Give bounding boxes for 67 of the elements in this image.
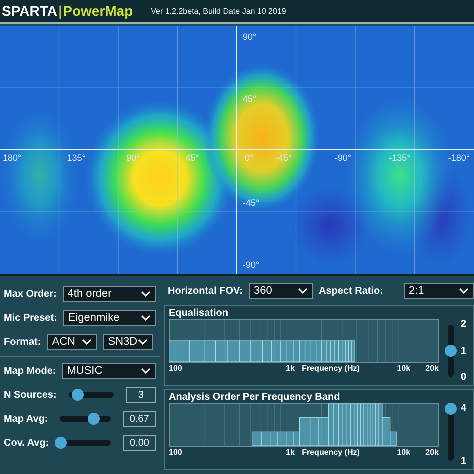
field-label: Mic Preset: bbox=[4, 312, 58, 324]
slider-thumb[interactable] bbox=[72, 389, 84, 401]
chevron-icon bbox=[141, 368, 151, 374]
dropdown[interactable]: 360 bbox=[249, 283, 313, 299]
dropdown[interactable]: ACN bbox=[47, 334, 98, 350]
value-field[interactable]: 0.67 bbox=[123, 411, 156, 427]
field-label: N Sources: bbox=[4, 390, 57, 400]
version-text: Ver 1.2.2beta, Build Date Jan 10 2019 bbox=[151, 6, 286, 16]
field-label: Map Mode: bbox=[4, 366, 56, 376]
slider-thumb[interactable] bbox=[88, 413, 100, 425]
slider-thumb[interactable] bbox=[445, 345, 457, 357]
separator-mark: | bbox=[58, 3, 62, 19]
axis-label: Frequency (Hz) bbox=[302, 448, 360, 457]
chevron-icon bbox=[82, 339, 92, 345]
scale-label: 4 bbox=[461, 403, 467, 414]
axis-label: 1k bbox=[286, 448, 295, 457]
dropdown[interactable]: Eigenmike bbox=[63, 310, 156, 326]
axis-label: 90° bbox=[126, 153, 140, 163]
axis-label: 90° bbox=[243, 32, 257, 42]
band-graph[interactable] bbox=[169, 403, 439, 447]
axis-label: -90° bbox=[334, 153, 352, 163]
dropdown[interactable]: SN3D bbox=[103, 334, 154, 350]
dropdown[interactable]: MUSIC bbox=[62, 363, 156, 379]
axis-label: Frequency (Hz) bbox=[302, 364, 360, 373]
band-graph[interactable] bbox=[169, 319, 439, 363]
axis-label: 0° bbox=[245, 153, 254, 163]
axis-label: 1k bbox=[286, 364, 295, 373]
scale-label: 1 bbox=[461, 346, 467, 356]
dropdown[interactable]: 2:1 bbox=[404, 283, 474, 299]
axis-label: -135° bbox=[389, 153, 411, 163]
field-label: Max Order: bbox=[4, 288, 57, 300]
axis-label: 135° bbox=[67, 153, 86, 163]
axis-label: 45° bbox=[186, 153, 200, 163]
axis-label: -45° bbox=[243, 198, 260, 208]
axis-label: -180° bbox=[448, 153, 470, 163]
field-label: Cov. Avg: bbox=[4, 438, 50, 448]
product-name: PowerMap bbox=[63, 3, 134, 19]
section-title: Analysis Order Per Frequency Band bbox=[169, 392, 342, 403]
dropdown[interactable]: 4th order bbox=[62, 286, 156, 302]
field-label: Format: bbox=[4, 336, 42, 348]
chevron-icon bbox=[141, 291, 151, 297]
axis-label: 20k bbox=[426, 448, 439, 457]
axis-label: 100 bbox=[169, 448, 182, 457]
field-label: Aspect Ratio: bbox=[319, 286, 384, 296]
slider-thumb[interactable] bbox=[445, 403, 457, 415]
scale-label: 0 bbox=[461, 372, 467, 383]
axis-label: 10k bbox=[397, 448, 411, 457]
axis-label: 10k bbox=[397, 364, 411, 373]
value-field[interactable]: 0.00 bbox=[123, 435, 156, 451]
axis-label: -45° bbox=[276, 153, 292, 163]
scale-label: 2 bbox=[461, 319, 467, 330]
slider-thumb[interactable] bbox=[55, 437, 68, 449]
axis-label: 100 bbox=[169, 364, 182, 373]
scale-label: 1 bbox=[461, 456, 467, 467]
axis-label: 20k bbox=[426, 364, 439, 373]
field-label: Map Avg: bbox=[4, 414, 48, 424]
section-title: Equalisation bbox=[169, 308, 230, 319]
chevron-icon bbox=[138, 339, 148, 345]
brand-name: SPARTA bbox=[2, 3, 58, 19]
chevron-icon bbox=[459, 288, 469, 294]
chevron-icon bbox=[298, 288, 308, 294]
axis-label: 45° bbox=[243, 94, 257, 104]
axis-label: -90° bbox=[243, 260, 260, 270]
chevron-icon bbox=[141, 315, 151, 321]
field-label: Horizontal FOV: bbox=[168, 286, 243, 296]
axis-label: 180° bbox=[3, 153, 22, 163]
value-field[interactable]: 3 bbox=[126, 387, 156, 403]
